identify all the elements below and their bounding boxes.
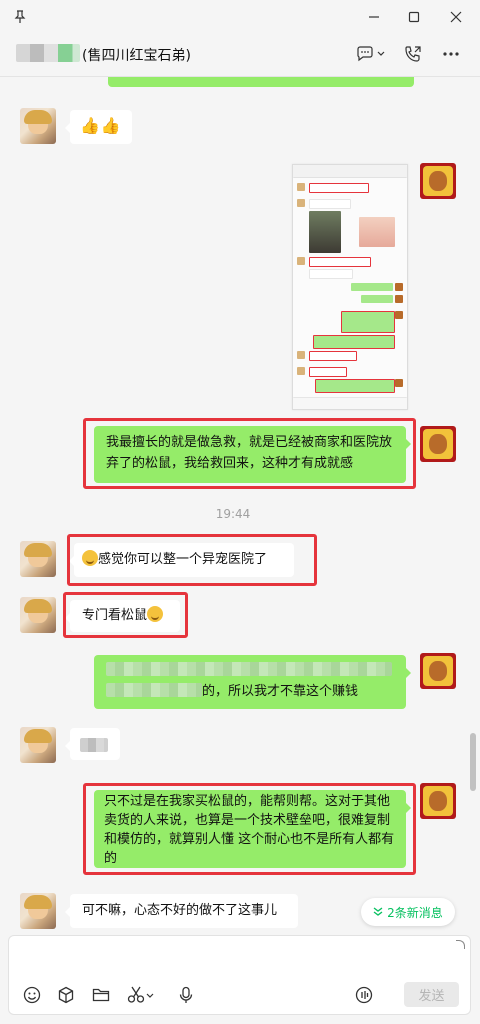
shot-titlebar	[293, 165, 407, 178]
emoji-icon[interactable]	[21, 985, 43, 1005]
thinking-emoji	[147, 606, 164, 622]
audio-icon[interactable]	[353, 985, 375, 1005]
shot-bubble	[309, 183, 369, 193]
message-input[interactable]	[8, 935, 471, 1015]
shot-bubble	[309, 199, 351, 209]
shot-bubble-green	[341, 311, 395, 333]
my-avatar[interactable]	[420, 426, 456, 462]
shot-bubble-green	[361, 295, 393, 303]
shot-avatar	[297, 257, 305, 265]
pin-icon[interactable]	[10, 7, 30, 27]
chat-header: (售四川红宝石弟)	[0, 34, 480, 77]
shot-avatar	[395, 379, 403, 387]
shot-photo	[309, 211, 341, 253]
folder-icon[interactable]	[90, 985, 112, 1005]
thinking-emoji	[82, 550, 98, 566]
shot-avatar	[297, 367, 305, 375]
blurred-contact-name	[16, 44, 80, 62]
my-avatar[interactable]	[420, 653, 456, 689]
contact-avatar[interactable]	[20, 597, 56, 633]
phone-call-icon[interactable]	[404, 44, 422, 64]
shot-avatar	[395, 311, 403, 319]
maximize-icon[interactable]	[404, 7, 424, 27]
message-bubble-incoming[interactable]: 可不嘛，心态不好的做不了这事儿	[65, 894, 298, 928]
resize-handle-icon[interactable]	[456, 940, 465, 949]
thumbs-up-emoji: 👍👍	[80, 116, 122, 135]
shot-avatar	[297, 199, 305, 207]
message-text: 感觉你可以整一个异宠医院了	[98, 552, 268, 567]
contact-avatar[interactable]	[20, 893, 56, 929]
contact-avatar[interactable]	[20, 727, 56, 763]
shot-bubble	[309, 351, 357, 361]
my-avatar[interactable]	[420, 163, 456, 199]
chat-area[interactable]: 👍👍 我最擅长的就是做急救，就是已经被商家和医院放弃了的松鼠，我给救回来，这种才…	[0, 77, 466, 930]
timestamp: 19:44	[215, 507, 251, 521]
scrollbar-thumb[interactable]	[470, 733, 476, 791]
title-bar	[0, 0, 480, 34]
double-chevron-down-icon	[373, 907, 383, 917]
blurred-text	[106, 662, 392, 676]
new-messages-button[interactable]: 2条新消息	[361, 898, 455, 926]
shot-avatar	[297, 183, 305, 191]
new-messages-label: 2条新消息	[387, 905, 443, 920]
message-text: 专门看松鼠	[82, 608, 148, 623]
shot-input	[293, 397, 407, 409]
shot-bubble	[309, 367, 347, 377]
chat-bubble-icon[interactable]	[356, 44, 386, 64]
more-icon[interactable]	[442, 44, 460, 64]
message-bubble-outgoing[interactable]: 的，所以我才不靠这个赚钱	[94, 655, 411, 709]
shot-avatar	[297, 351, 305, 359]
message-bubble-incoming[interactable]: 专门看松鼠	[65, 600, 180, 632]
send-button[interactable]: 发送	[404, 982, 459, 1007]
shot-bubble-green	[351, 283, 393, 291]
scrollbar-track[interactable]	[466, 77, 480, 930]
message-text: 的，所以我才不靠这个赚钱	[202, 684, 359, 699]
my-avatar[interactable]	[420, 783, 456, 819]
contact-avatar[interactable]	[20, 108, 56, 144]
blurred-text	[80, 738, 108, 752]
message-bubble-outgoing[interactable]: 我最擅长的就是做急救，就是已经被商家和医院放弃了的松鼠，我给救回来，这种才有成就…	[94, 426, 411, 483]
contact-name[interactable]: (售四川红宝石弟)	[82, 45, 191, 65]
message-bubble-incoming[interactable]: 👍👍	[65, 110, 132, 144]
scissors-icon[interactable]	[126, 985, 156, 1005]
shot-bubble-green	[315, 379, 395, 393]
shot-bubble	[309, 269, 353, 279]
contact-avatar[interactable]	[20, 541, 56, 577]
blurred-text	[106, 683, 202, 697]
previous-message-bubble[interactable]	[108, 77, 414, 87]
message-bubble-outgoing[interactable]: 只不过是在我家买松鼠的，能帮则帮。这对于其他卖货的人来说，也算是一个技术壁垒吧，…	[94, 790, 411, 868]
image-message[interactable]	[292, 164, 408, 410]
message-bubble-incoming[interactable]	[65, 728, 120, 760]
close-icon[interactable]	[446, 7, 466, 27]
shot-avatar	[395, 295, 403, 303]
cube-icon[interactable]	[55, 985, 77, 1005]
shot-photo	[359, 217, 395, 247]
shot-bubble-green	[313, 335, 395, 349]
shot-avatar	[395, 283, 403, 291]
minimize-icon[interactable]	[364, 7, 384, 27]
shot-bubble	[309, 257, 371, 267]
microphone-icon[interactable]	[175, 985, 197, 1005]
message-bubble-incoming[interactable]: 感觉你可以整一个异宠医院了	[69, 543, 294, 577]
